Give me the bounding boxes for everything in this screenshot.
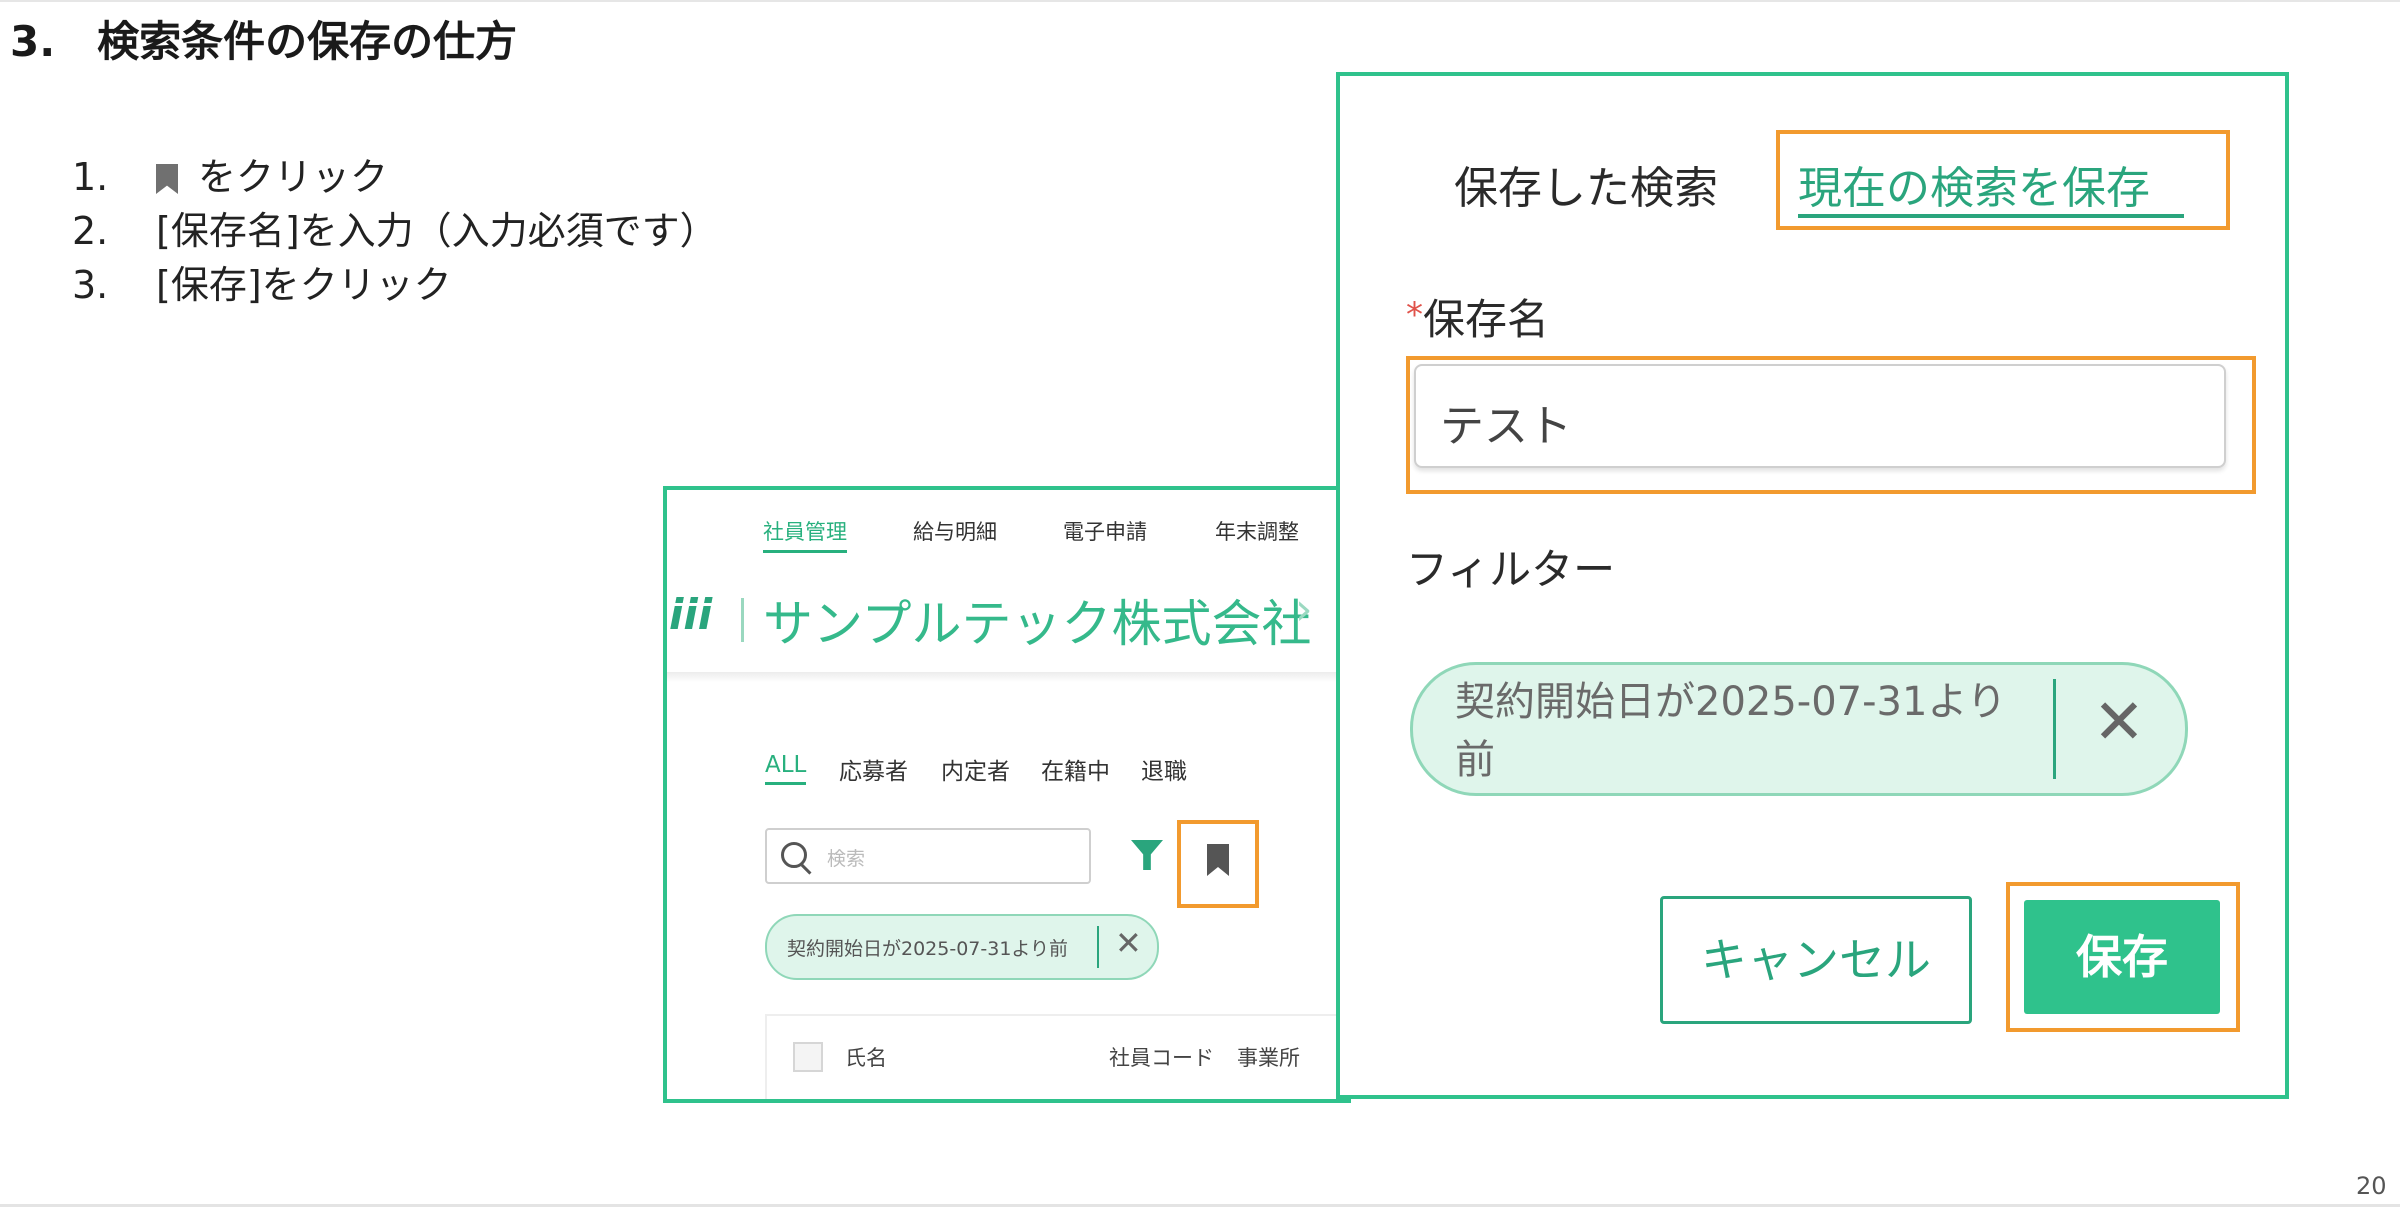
tab-save-current-search[interactable]: 現在の検索を保存 <box>1776 130 2230 230</box>
bookmark-icon <box>156 164 178 194</box>
chip-divider <box>1097 926 1099 968</box>
header-shadow <box>667 672 1347 682</box>
company-logo: iii <box>669 590 713 639</box>
save-name-label-text: 保存名 <box>1423 295 1550 344</box>
save-name-highlight: テスト <box>1406 356 2256 494</box>
search-icon <box>781 842 807 868</box>
page-title: 3. 検索条件の保存の仕方 <box>10 17 518 66</box>
nav-tab-e-application[interactable]: 電子申請 <box>1063 516 1147 546</box>
column-header-office[interactable]: 事業所 <box>1237 1042 1300 1072</box>
chip-divider <box>2053 679 2056 779</box>
step-number: 1. <box>72 155 109 199</box>
bookmark-button[interactable] <box>1177 820 1259 908</box>
logo-divider <box>741 598 744 642</box>
cancel-button[interactable]: キャンセル <box>1660 896 1972 1024</box>
nav-tab-employees[interactable]: 社員管理 <box>763 516 847 553</box>
cancel-button-label: キャンセル <box>1701 933 1931 987</box>
filter-section-label: フィルター <box>1406 545 1616 594</box>
step-text: [保存]をクリック <box>156 263 452 307</box>
status-tab-all[interactable]: ALL <box>765 752 807 785</box>
close-icon[interactable]: ✕ <box>1115 924 1142 962</box>
filter-chip-label: 契約開始日が2025-07-31より前 <box>787 938 1069 960</box>
save-button[interactable]: 保存 <box>2024 900 2220 1014</box>
step-text: [保存名]を入力（入力必須です） <box>156 209 718 253</box>
search-placeholder: 検索 <box>827 848 866 870</box>
search-input[interactable]: 検索 <box>765 828 1091 884</box>
step-text: をクリック <box>198 155 389 199</box>
page-number: 20 <box>2356 1172 2387 1200</box>
save-name-label: *保存名 <box>1406 286 1549 347</box>
status-tab-offered[interactable]: 内定者 <box>941 752 1010 786</box>
company-name: サンプルテック株式会社 <box>763 595 1312 653</box>
status-tab-retired[interactable]: 退職 <box>1141 752 1187 786</box>
step-2: 2. [保存名]を入力（入力必須です） <box>72 204 718 258</box>
nav-tab-payslip[interactable]: 給与明細 <box>913 516 997 546</box>
status-tab-employed[interactable]: 在籍中 <box>1041 752 1110 786</box>
top-rule <box>0 0 2400 2</box>
tab-saved-searches[interactable]: 保存した検索 <box>1454 152 1718 216</box>
save-name-input[interactable]: テスト <box>1414 364 2226 468</box>
select-all-checkbox[interactable] <box>793 1042 823 1072</box>
column-header-employee-code[interactable]: 社員コード <box>1109 1042 1214 1072</box>
save-search-dialog-screenshot: 保存した検索 現在の検索を保存 *保存名 テスト フィルター 契約開始日が202… <box>1336 72 2289 1099</box>
instruction-steps: 1. をクリック 2. [保存名]を入力（入力必須です） 3. [保存]をクリック <box>72 150 718 312</box>
filter-chip: 契約開始日が2025-07-31より前 ✕ <box>765 914 1159 980</box>
tab-save-current-label: 現在の検索を保存 <box>1798 163 2150 214</box>
step-number: 2. <box>72 209 109 253</box>
active-tab-underline <box>1798 214 2184 218</box>
required-mark: * <box>1406 295 1423 335</box>
employee-list-screenshot: 社員管理 給与明細 電子申請 年末調整 iii サンプルテック株式会社 › AL… <box>663 486 1351 1103</box>
step-1: 1. をクリック <box>72 150 718 204</box>
filter-chip-label: 契約開始日が2025-07-31より前 <box>1455 679 2007 783</box>
save-button-highlight: 保存 <box>2006 882 2240 1032</box>
filter-chip: 契約開始日が2025-07-31より前 ✕ <box>1410 662 2188 796</box>
status-tab-applicants[interactable]: 応募者 <box>839 752 908 786</box>
breadcrumb-separator: › <box>1295 584 1313 635</box>
filter-icon[interactable] <box>1131 840 1163 870</box>
bookmark-icon <box>1207 844 1229 876</box>
employee-table-header: 氏名 社員コード 事業所 <box>765 1014 1347 1099</box>
column-header-name[interactable]: 氏名 <box>845 1042 887 1072</box>
save-button-label: 保存 <box>2076 930 2168 984</box>
step-number: 3. <box>72 263 109 307</box>
nav-tab-year-end[interactable]: 年末調整 <box>1215 516 1299 546</box>
save-name-value: テスト <box>1440 401 1572 452</box>
step-3: 3. [保存]をクリック <box>72 258 718 312</box>
close-icon[interactable]: ✕ <box>2093 685 2145 758</box>
